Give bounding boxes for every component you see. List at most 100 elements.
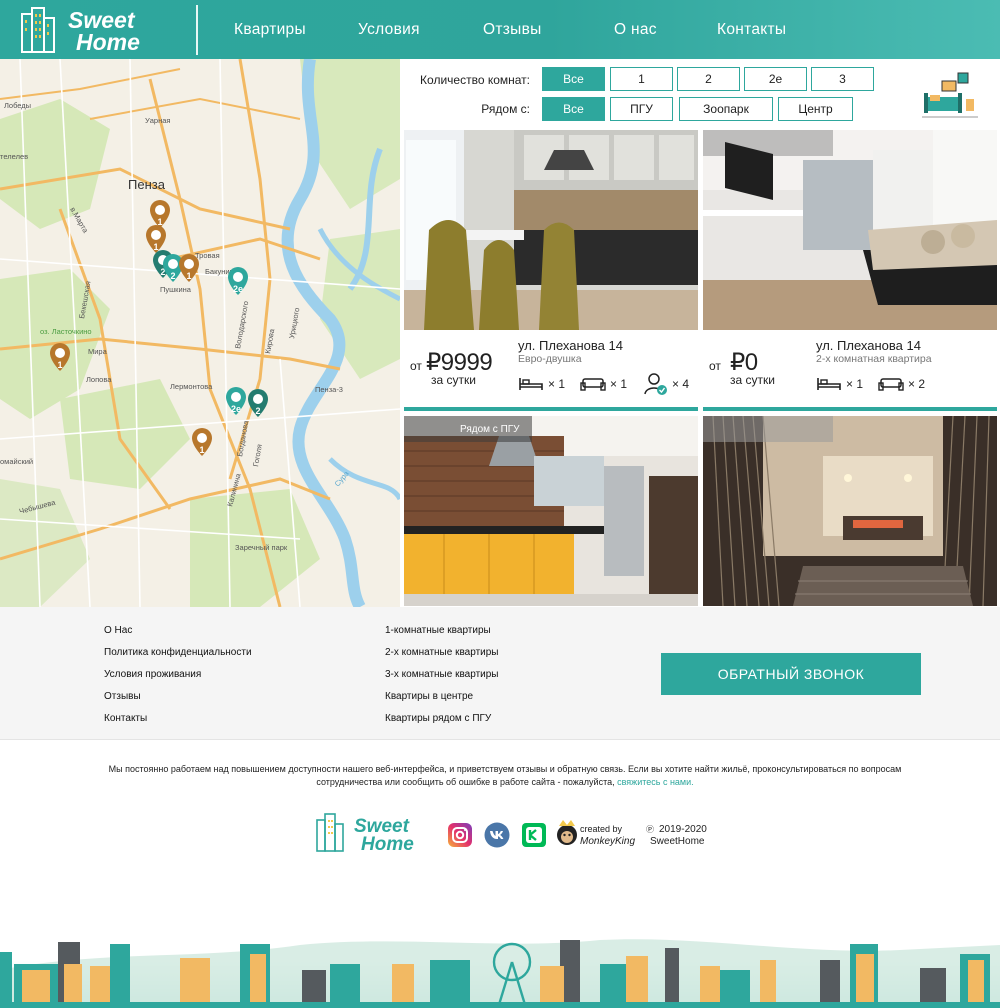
svg-text:Лермонтова: Лермонтова <box>170 382 213 391</box>
svg-text:1: 1 <box>57 360 62 370</box>
svg-text:Пенза-3: Пенза-3 <box>315 385 343 394</box>
header-divider <box>196 5 198 55</box>
svg-text:Тровая: Тровая <box>195 251 220 260</box>
copyright-name: SweetHome <box>650 836 705 847</box>
svg-text:2е: 2е <box>233 284 243 294</box>
svg-text:омайский: омайский <box>0 457 33 466</box>
apartment-address: ул. Плеханова 14 <box>518 338 623 353</box>
price-prefix: от <box>709 359 721 373</box>
map-canvas[interactable]: Пенза Лобеды Уарная телелев в.Марта Беке… <box>0 59 400 607</box>
svg-text:телелев: телелев <box>0 152 28 161</box>
svg-text:Мира: Мира <box>88 347 108 356</box>
nav-reviews[interactable]: Отзывы <box>483 21 542 39</box>
apartment-address: ул. Плеханова 14 <box>816 338 921 353</box>
copyright-years: 2019-2020 <box>659 824 707 835</box>
near-filter-all[interactable]: Все <box>542 97 605 121</box>
svg-text:2: 2 <box>255 406 260 416</box>
rooms-filter-2[interactable]: 2 <box>677 67 740 91</box>
near-filter-center[interactable]: Центр <box>778 97 853 121</box>
rooms-filter-3[interactable]: 3 <box>811 67 874 91</box>
beds-count: × 1 <box>518 376 565 392</box>
svg-text:Лобеды: Лобеды <box>4 101 31 110</box>
apartment-photo <box>703 130 997 330</box>
near-filter-pgu[interactable]: ПГУ <box>610 97 673 121</box>
instagram-icon[interactable] <box>447 822 473 848</box>
footer-link-center[interactable]: Квартиры в центре <box>385 691 473 702</box>
contact-us-link[interactable]: свяжитесь с нами. <box>617 777 694 787</box>
near-filter-label: Рядом с: <box>481 102 530 116</box>
svg-text:Пенза: Пенза <box>128 177 166 192</box>
apartment-type: Евро-двушка <box>518 353 582 365</box>
filters-panel: Количество комнат: Все 1 2 2е 3 Рядом с:… <box>400 59 1000 129</box>
sofas-count: × 2 <box>878 376 925 392</box>
svg-text:Лопова: Лопова <box>86 375 112 384</box>
sofa-icon <box>580 378 606 391</box>
near-filter-zoo[interactable]: Зоопарк <box>679 97 773 121</box>
price-period: за сутки <box>431 373 476 387</box>
vk-icon[interactable] <box>484 822 510 848</box>
footer-link-reviews[interactable]: Отзывы <box>104 691 141 702</box>
beds-count: × 1 <box>816 376 863 392</box>
created-by-label: created by <box>580 824 623 834</box>
rooms-filter-2e[interactable]: 2е <box>744 67 807 91</box>
footer-link-about[interactable]: О Нас <box>104 625 132 636</box>
bed-icon <box>817 378 841 390</box>
copyright-mark: Ⓟ <box>646 825 654 834</box>
guests-count: × 4 <box>644 372 689 396</box>
svg-text:оз. Ласточкино: оз. Ласточкино <box>40 327 92 336</box>
rooms-filter-all[interactable]: Все <box>542 67 605 91</box>
apartment-card[interactable]: от ₽9999 за сутки ул. Плеханова 14 Евро-… <box>404 130 698 411</box>
card-accent-bar <box>703 407 997 411</box>
callback-button[interactable]: Обратный звонок <box>661 653 921 695</box>
card-accent-bar <box>404 407 698 411</box>
sofas-count: × 1 <box>580 376 627 392</box>
apartment-info: от ₽9999 за сутки ул. Плеханова 14 Евро-… <box>404 330 698 407</box>
accessibility-notice: Мы постоянно работаем над повышением дос… <box>108 764 902 787</box>
apartment-photo <box>703 416 997 606</box>
svg-text:2: 2 <box>170 271 175 281</box>
price-prefix: от <box>410 359 422 373</box>
city-skyline-illustration <box>0 939 1000 1008</box>
svg-text:Пушкина: Пушкина <box>160 285 192 294</box>
apartment-card[interactable]: Рядом с ПГУ <box>404 416 698 606</box>
site-header: Sweet Home Квартиры Условия Отзывы О нас… <box>0 0 1000 59</box>
nav-apartments[interactable]: Квартиры <box>234 21 306 39</box>
svg-text:1: 1 <box>199 445 204 455</box>
footer-link-near-pgu[interactable]: Квартиры рядом с ПГУ <box>385 713 491 724</box>
svg-text:1: 1 <box>153 242 158 252</box>
footer-sweethome-logo[interactable]: Sweet Home <box>316 812 440 852</box>
rooms-filter-label: Количество комнат: <box>420 73 530 87</box>
svg-text:Заречный парк: Заречный парк <box>235 543 288 552</box>
guest-icon <box>644 373 667 395</box>
footer-link-1room[interactable]: 1-комнатные квартиры <box>385 625 491 636</box>
svg-text:1: 1 <box>186 271 191 281</box>
footer-links: О Нас Политика конфиденциальности Услови… <box>0 607 1000 740</box>
sofa-icon <box>878 378 904 391</box>
creator-name[interactable]: MonkeyKing <box>580 836 635 847</box>
svg-text:Home: Home <box>76 29 140 54</box>
near-pgu-tag: Рядом с ПГУ <box>404 416 532 442</box>
monkeyking-logo-icon[interactable] <box>555 818 579 848</box>
apartment-type: 2-х комнатная квартира <box>816 353 932 365</box>
nav-contacts[interactable]: Контакты <box>717 21 786 39</box>
room-furniture-icon <box>922 72 978 118</box>
nav-conditions[interactable]: Условия <box>358 21 420 39</box>
apartment-card[interactable] <box>703 416 997 606</box>
apartment-photo <box>404 130 698 330</box>
sweethome-logo[interactable]: Sweet Home <box>20 4 180 54</box>
svg-text:2е: 2е <box>231 404 241 414</box>
footer-link-privacy[interactable]: Политика конфиденциальности <box>104 647 252 658</box>
bed-icon <box>519 378 543 390</box>
apartment-card[interactable]: от ₽0 за сутки ул. Плеханова 14 2-х комн… <box>703 130 997 411</box>
svg-text:Уарная: Уарная <box>145 116 170 125</box>
apartment-photo <box>404 416 698 606</box>
price-period: за сутки <box>730 373 775 387</box>
apartments-map[interactable]: Пенза Лобеды Уарная телелев в.Марта Беке… <box>0 59 400 607</box>
footer-link-3room[interactable]: 3-х комнатные квартиры <box>385 669 498 680</box>
booking-app-icon[interactable] <box>521 822 547 848</box>
footer-link-terms[interactable]: Условия проживания <box>104 669 201 680</box>
footer-link-2room[interactable]: 2-х комнатные квартиры <box>385 647 498 658</box>
nav-about[interactable]: О нас <box>614 21 657 39</box>
footer-link-contacts[interactable]: Контакты <box>104 713 147 724</box>
rooms-filter-1[interactable]: 1 <box>610 67 673 91</box>
